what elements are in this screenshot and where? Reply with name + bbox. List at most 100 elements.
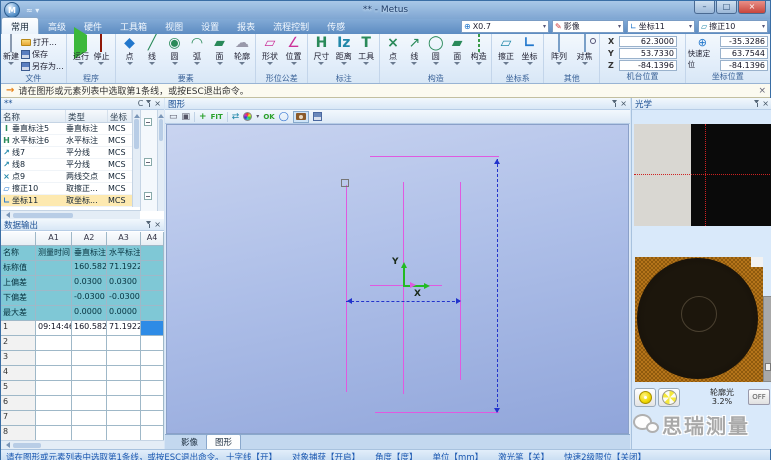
close-panel-icon[interactable]: × xyxy=(154,220,161,229)
construct-circle-button[interactable]: ◯ 圆 xyxy=(425,35,446,73)
tab-graphics-view[interactable]: 图形 xyxy=(206,434,241,449)
tab-gongjuxiang[interactable]: 工具箱 xyxy=(111,18,156,34)
dim-distance-button[interactable]: Iz 距离 xyxy=(333,35,355,73)
construct-line-button[interactable]: ↗ 线 xyxy=(404,35,425,73)
surface-light-button[interactable] xyxy=(634,388,656,407)
close-panel-icon[interactable]: × xyxy=(620,99,627,108)
save-as-button[interactable]: 另存为... xyxy=(21,61,64,72)
light-intensity-slider[interactable] xyxy=(763,296,771,382)
light-off-button[interactable]: OFF xyxy=(748,389,770,405)
element-profile-button[interactable]: ☁ 轮廓 xyxy=(231,35,254,73)
tab-shitu[interactable]: 视图 xyxy=(156,18,192,34)
dimension-line-horizontal xyxy=(346,301,460,302)
construct-generic-button[interactable]: 构造 xyxy=(468,35,489,73)
element-arc-button[interactable]: ◠ 弧 xyxy=(186,35,209,73)
new-button[interactable]: 新建 xyxy=(3,35,19,73)
message-close-icon[interactable]: × xyxy=(758,86,766,96)
dim-tool-button[interactable]: T 工具 xyxy=(355,35,377,73)
stop-button[interactable]: 停止 xyxy=(93,35,109,73)
list-item[interactable]: H 水平标注6水平标注MCS xyxy=(1,135,132,147)
maximize-button[interactable]: □ xyxy=(716,1,737,14)
graphics-canvas[interactable]: Y X xyxy=(166,124,629,434)
pen-icon: ✎ xyxy=(555,22,562,31)
element-line-button[interactable]: ╱ 线 xyxy=(141,35,164,73)
sensor-combobox[interactable]: ✎ 影像▾ xyxy=(552,20,624,33)
gdt-position-button[interactable]: ∠ 位置 xyxy=(282,35,306,73)
camera-live-view[interactable] xyxy=(634,124,771,226)
align-combobox[interactable]: ▱ 擦正10▾ xyxy=(698,20,768,33)
collapsed-tree-strip[interactable] xyxy=(140,110,164,211)
ring-light-control[interactable] xyxy=(635,257,763,382)
status-crosshair[interactable]: 十字线【开】 xyxy=(226,451,277,460)
save-view-icon[interactable] xyxy=(313,112,322,121)
tab-baobiao[interactable]: 报表 xyxy=(228,18,264,34)
status-laser[interactable]: 激光笔【关】 xyxy=(498,451,549,460)
drawing-line-bottom xyxy=(375,412,499,413)
focus-button[interactable]: 对焦 xyxy=(572,35,598,73)
tab-changyong[interactable]: 常用 xyxy=(1,17,39,34)
data-output-hscrollbar[interactable] xyxy=(1,440,164,449)
array-button[interactable]: 阵列 xyxy=(546,35,572,73)
swap-view-icon[interactable]: ⇄ xyxy=(232,111,240,123)
open-button[interactable]: 打开... xyxy=(21,37,64,48)
tab-image-view[interactable]: 影像 xyxy=(173,435,206,449)
ring-light-button[interactable] xyxy=(658,388,680,407)
table-cell[interactable]: 71.1922 xyxy=(107,321,141,336)
zoom-combobox[interactable]: ⊕ X0.7▾ xyxy=(461,20,549,33)
pin-icon[interactable] xyxy=(612,100,617,107)
table-cell[interactable]: 160.5828 xyxy=(72,321,107,336)
pin-icon[interactable] xyxy=(754,100,759,107)
tab-liuchengkongzhi[interactable]: 流程控制 xyxy=(264,18,318,34)
list-item[interactable]: × 点9两线交点MCS xyxy=(1,171,132,183)
construct-plane-button[interactable]: ▰ 面 xyxy=(446,35,467,73)
dropdown-icon[interactable]: ▾ xyxy=(256,111,259,123)
fit-window-icon[interactable]: ▣ xyxy=(182,111,191,123)
pin-icon[interactable] xyxy=(146,221,151,228)
ring-light-icon xyxy=(662,390,677,405)
close-panel-icon[interactable]: × xyxy=(762,99,769,108)
run-button[interactable]: 运行 xyxy=(72,35,89,73)
selected-cell[interactable] xyxy=(141,321,164,336)
coord-combobox[interactable]: ∟ 坐标11▾ xyxy=(627,20,695,33)
tab-gaoji[interactable]: 高级 xyxy=(39,18,75,34)
element-list-vscrollbar[interactable] xyxy=(132,110,140,207)
list-item[interactable]: I 垂直标注5垂直标注MCS xyxy=(1,123,132,135)
coord-button[interactable]: ∟ 坐标 xyxy=(518,35,542,73)
save-button[interactable]: 保存 xyxy=(21,49,64,60)
list-item[interactable]: ▱ 擦正10取擦正...MCS xyxy=(1,183,132,195)
fit-button[interactable]: FIT xyxy=(211,111,223,123)
slider-thumb[interactable] xyxy=(765,363,771,371)
dim-size-button[interactable]: H 尺寸 xyxy=(310,35,332,73)
group-program: 运行 停止 程序 xyxy=(67,34,117,83)
element-list-panel: ** C × 名称 类型 坐标 I 垂直标注5垂直标注MCS xyxy=(1,98,164,219)
circle-select-icon[interactable]: ◯ xyxy=(279,111,289,123)
status-limit[interactable]: 快速2级限位【关闭】 xyxy=(564,451,646,460)
color-wheel-icon[interactable] xyxy=(243,112,252,121)
element-plane-button[interactable]: ▰ 面 xyxy=(208,35,231,73)
watermark-text: 思瑞测量 xyxy=(662,410,750,439)
status-snap[interactable]: 对象捕获【开启】 xyxy=(292,451,360,460)
element-point-button[interactable]: ◆ 点 xyxy=(118,35,141,73)
table-cell[interactable]: 09:14:46 xyxy=(36,321,72,336)
tab-shezhi[interactable]: 设置 xyxy=(192,18,228,34)
status-unit[interactable]: 单位【mm】 xyxy=(433,451,484,460)
quick-position-button[interactable]: ⊕ 快速定位 xyxy=(688,37,717,70)
status-angle[interactable]: 角度【度】 xyxy=(375,451,418,460)
close-button[interactable]: × xyxy=(738,1,766,14)
pin-icon[interactable] xyxy=(146,100,151,107)
list-item-selected[interactable]: ∟ 坐标11取坐标...MCS xyxy=(1,195,132,207)
construct-point-button[interactable]: × 点 xyxy=(382,35,403,73)
camera-button[interactable] xyxy=(293,111,309,123)
refresh-icon[interactable]: C xyxy=(138,99,144,108)
gdt-shape-button[interactable]: ▱ 形状 xyxy=(258,35,282,73)
list-item[interactable]: ↗ 线8平分线MCS xyxy=(1,159,132,171)
crop-icon[interactable]: ▭ xyxy=(169,111,178,123)
ok-button[interactable]: OK xyxy=(263,111,274,123)
element-circle-button[interactable]: ◉ 圆 xyxy=(163,35,186,73)
list-item[interactable]: ↗ 线7平分线MCS xyxy=(1,147,132,159)
tab-chuangan[interactable]: 传感 xyxy=(318,18,354,34)
close-panel-icon[interactable]: × xyxy=(154,99,161,108)
align-button[interactable]: ▱ 擦正 xyxy=(494,35,518,73)
zoom-in-icon[interactable]: + xyxy=(199,111,207,123)
minimize-button[interactable]: – xyxy=(694,1,715,14)
